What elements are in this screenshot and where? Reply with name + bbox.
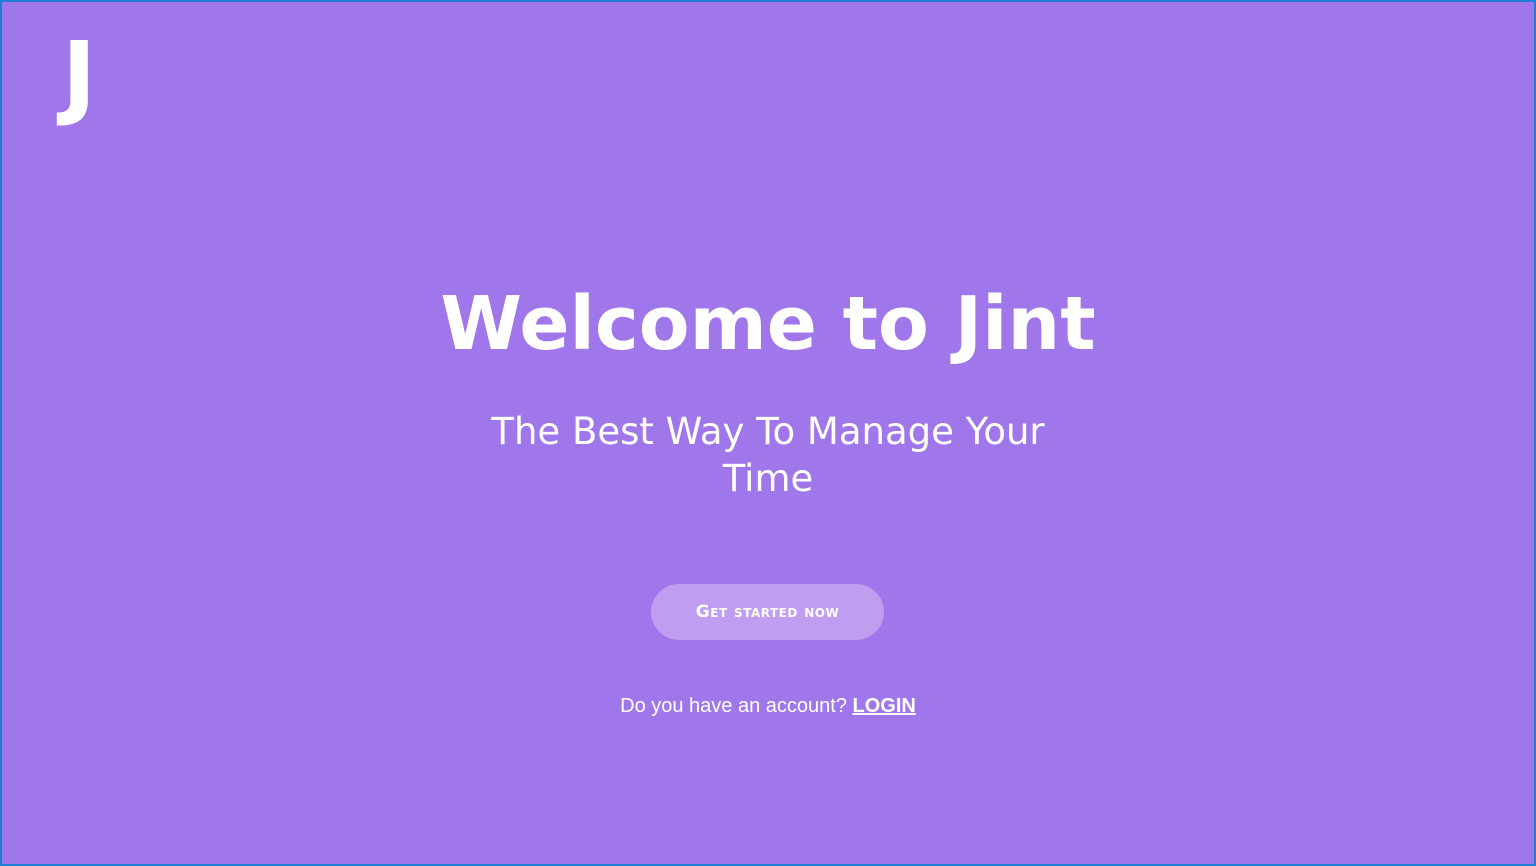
page-title: Welcome to Jint xyxy=(440,281,1096,367)
page-subtitle: The Best Way To Manage Your Time xyxy=(491,410,1045,500)
get-started-button[interactable]: Get started now xyxy=(651,584,884,640)
login-link[interactable]: LOGIN xyxy=(853,695,916,717)
account-prompt-text: Do you have an account? xyxy=(620,695,847,717)
account-prompt-line: Do you have an account? LOGIN xyxy=(2,694,1534,718)
landing-page: J Welcome to Jint The Best Way To Manage… xyxy=(2,2,1534,864)
jint-logo[interactable]: J xyxy=(62,30,96,122)
